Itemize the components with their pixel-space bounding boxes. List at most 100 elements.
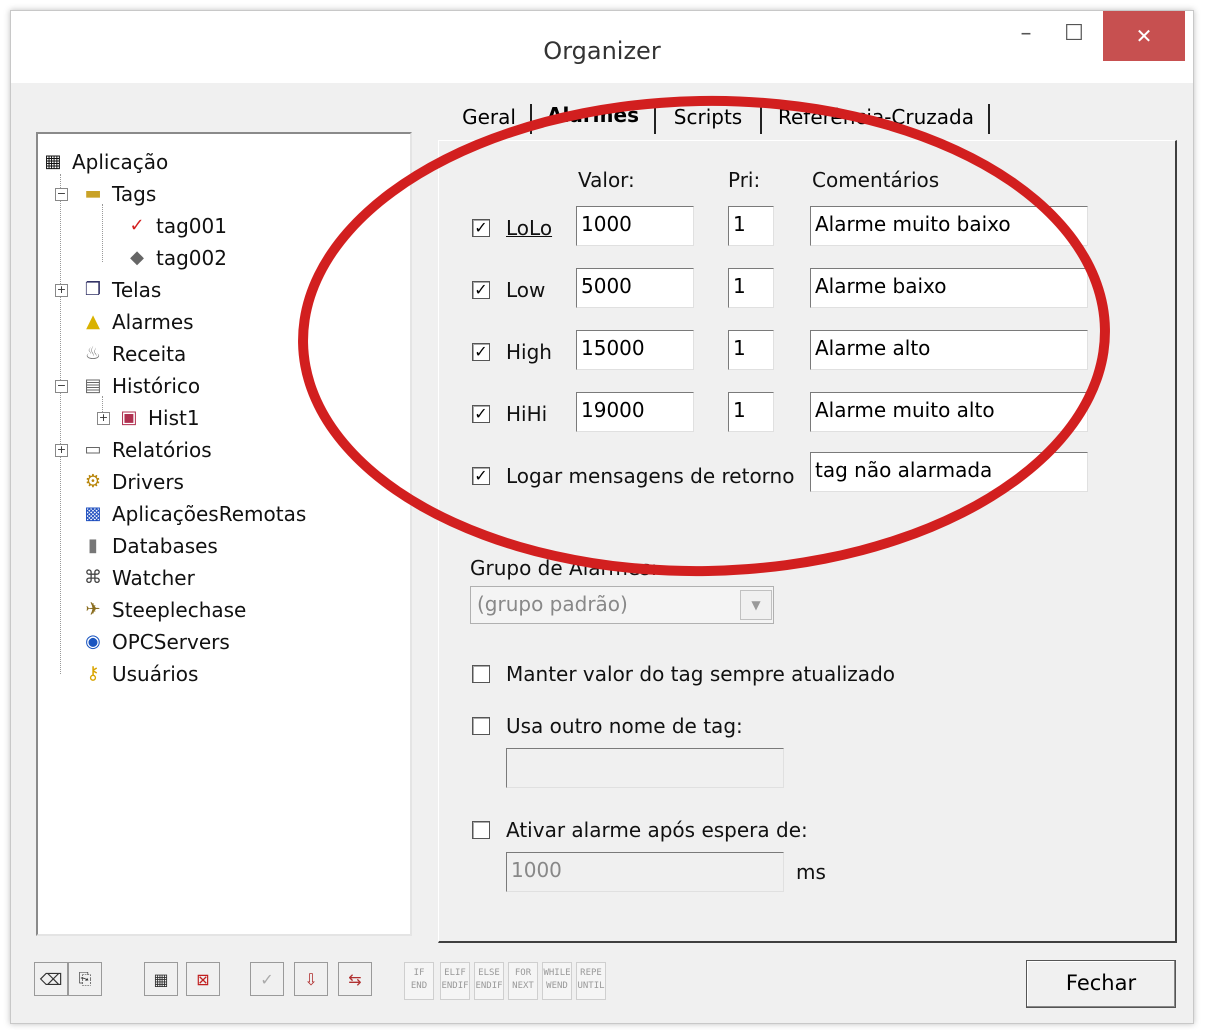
else-top: ELSE — [478, 968, 500, 978]
delay-label: Ativar alarme após espera de: — [506, 818, 808, 842]
lolo-label: LoLo — [506, 216, 553, 240]
low-comment-input[interactable]: Alarme baixo — [810, 268, 1088, 308]
expand-icon[interactable]: + — [55, 444, 68, 457]
tree-item-drivers[interactable]: ⚙ Drivers — [82, 468, 184, 496]
close-button[interactable]: ✕ — [1103, 11, 1185, 61]
tree-item-telas[interactable]: ❐ Telas — [82, 276, 161, 304]
fechar-button[interactable]: Fechar — [1026, 960, 1176, 1008]
hihi-comment-input[interactable]: Alarme muito alto — [810, 392, 1088, 432]
tree-label: Relatórios — [112, 438, 212, 462]
lolo-priority-input[interactable]: 1 — [728, 206, 774, 246]
tree-item-alarmes[interactable]: ▲ Alarmes — [82, 308, 194, 336]
tab-divider — [988, 104, 990, 134]
comment-header: Comentários — [812, 168, 940, 192]
tree-item-opcservers[interactable]: ◉ OPCServers — [82, 628, 230, 656]
tree-label: Aplicação — [72, 150, 169, 174]
tree-item-hist1[interactable]: ▣ Hist1 — [118, 404, 199, 432]
expand-icon[interactable]: + — [97, 412, 110, 425]
while-wend-button[interactable]: WHILE WEND — [542, 962, 572, 1000]
watcher-icon: ⌘ — [84, 567, 102, 588]
tree-item-tags[interactable]: ▬ Tags — [82, 180, 156, 208]
copy-icon[interactable]: ⎘ — [68, 962, 102, 996]
hihi-label: HiHi — [506, 402, 548, 426]
alarm-group-select[interactable]: (grupo padrão) — [470, 586, 774, 624]
other-tag-input[interactable] — [506, 748, 784, 788]
application-icon: ▦ — [44, 151, 62, 172]
elif-top: ELIF — [444, 968, 466, 978]
low-checkbox[interactable]: ✓ — [472, 281, 490, 299]
lolo-checkbox[interactable]: ✓ — [472, 219, 490, 237]
elif-button[interactable]: ELIF ENDIF — [440, 962, 470, 1000]
log-return-label: Logar mensagens de retorno — [506, 464, 795, 488]
collapse-icon[interactable]: − — [55, 380, 68, 393]
tree-item-tag002[interactable]: ◆ tag002 — [126, 244, 227, 272]
high-checkbox[interactable]: ✓ — [472, 343, 490, 361]
repeat-until-button[interactable]: REPE UNTIL — [576, 962, 606, 1000]
tab-geral[interactable]: Geral — [452, 96, 526, 138]
tree-item-receita[interactable]: ♨ Receita — [82, 340, 186, 368]
collapse-icon[interactable]: − — [55, 188, 68, 201]
tree-label: Telas — [112, 278, 162, 302]
else-button[interactable]: ELSE ENDIF — [474, 962, 504, 1000]
low-value-input[interactable]: 5000 — [576, 268, 694, 308]
check-list-icon[interactable]: ✓ — [250, 962, 284, 996]
tab-scripts[interactable]: Scripts — [660, 96, 756, 138]
title-bar: Organizer – ☐ ✕ — [11, 11, 1193, 83]
tree-item-aplicacao[interactable]: ▦ Aplicação — [42, 148, 168, 176]
if-end-button[interactable]: IF END — [404, 962, 434, 1000]
alarm-group-label: Grupo de Alarmes: — [470, 556, 658, 580]
tree-item-usuarios[interactable]: ⚷ Usuários — [82, 660, 198, 688]
if-end-top: IF — [413, 968, 425, 978]
table-icon[interactable]: ▦ — [144, 962, 178, 996]
priority-header: Pri: — [728, 168, 761, 192]
tab-referencia-cruzada[interactable]: Referência-Cruzada — [768, 96, 984, 138]
tree-label: tag002 — [156, 246, 227, 270]
minimize-button[interactable]: – — [1003, 11, 1049, 61]
tree-item-databases[interactable]: ▮ Databases — [82, 532, 218, 560]
other-tag-checkbox[interactable] — [472, 717, 490, 735]
value-header: Valor: — [578, 168, 635, 192]
lolo-comment-input[interactable]: Alarme muito baixo — [810, 206, 1088, 246]
tree-view[interactable]: ▦ Aplicação − ▬ Tags ✓ tag001 ◆ tag002 + ❐ Te… — [36, 132, 412, 936]
key-icon: ⚷ — [86, 663, 100, 684]
tree-item-tag001[interactable]: ✓ tag001 — [126, 212, 227, 240]
log-return-checkbox[interactable]: ✓ — [472, 467, 490, 485]
lolo-value-input[interactable]: 1000 — [576, 206, 694, 246]
tab-alarmes[interactable]: Alarmes — [534, 94, 652, 136]
tree-label: Drivers — [112, 470, 184, 494]
tree-item-relatorios[interactable]: ▭ Relatórios — [82, 436, 212, 464]
drivers-icon: ⚙ — [84, 471, 102, 492]
delete-table-icon[interactable]: ⊠ — [186, 962, 220, 996]
hihi-value-input[interactable]: 19000 — [576, 392, 694, 432]
keep-updated-checkbox[interactable] — [472, 665, 490, 683]
delay-input[interactable]: 1000 — [506, 852, 784, 892]
exchange-icon[interactable]: ⇆ — [338, 962, 372, 996]
hihi-checkbox[interactable]: ✓ — [472, 405, 490, 423]
delay-checkbox[interactable] — [472, 821, 490, 839]
low-priority-input[interactable]: 1 — [728, 268, 774, 308]
eraser-icon[interactable]: ⌫ — [34, 962, 68, 996]
tree-item-steeplechase[interactable]: ✈ Steeplechase — [82, 596, 246, 624]
tree-label: Watcher — [112, 566, 195, 590]
tree-item-historico[interactable]: ▤ Histórico — [82, 372, 200, 400]
expand-icon[interactable]: + — [55, 284, 68, 297]
chevron-down-icon[interactable]: ▼ — [740, 590, 772, 620]
tree-label: AplicaçõesRemotas — [112, 502, 307, 526]
import-icon[interactable]: ⇩ — [294, 962, 328, 996]
for-next-top: FOR — [514, 968, 532, 978]
tree-item-aplicacoesremotas[interactable]: ▩ AplicaçõesRemotas — [82, 500, 306, 528]
network-icon: ▩ — [84, 503, 102, 524]
tree-item-watcher[interactable]: ⌘ Watcher — [82, 564, 195, 592]
for-next-button[interactable]: FOR NEXT — [508, 962, 538, 1000]
tree-label: OPCServers — [112, 630, 230, 654]
high-comment-input[interactable]: Alarme alto — [810, 330, 1088, 370]
high-value-input[interactable]: 15000 — [576, 330, 694, 370]
log-return-input[interactable]: tag não alarmada — [810, 452, 1088, 492]
high-label: High — [506, 340, 552, 364]
maximize-button[interactable]: ☐ — [1049, 11, 1099, 61]
keep-updated-label: Manter valor do tag sempre atualizado — [506, 662, 895, 686]
tree-line — [60, 174, 61, 674]
high-priority-input[interactable]: 1 — [728, 330, 774, 370]
hihi-priority-input[interactable]: 1 — [728, 392, 774, 432]
tab-divider — [760, 104, 762, 134]
